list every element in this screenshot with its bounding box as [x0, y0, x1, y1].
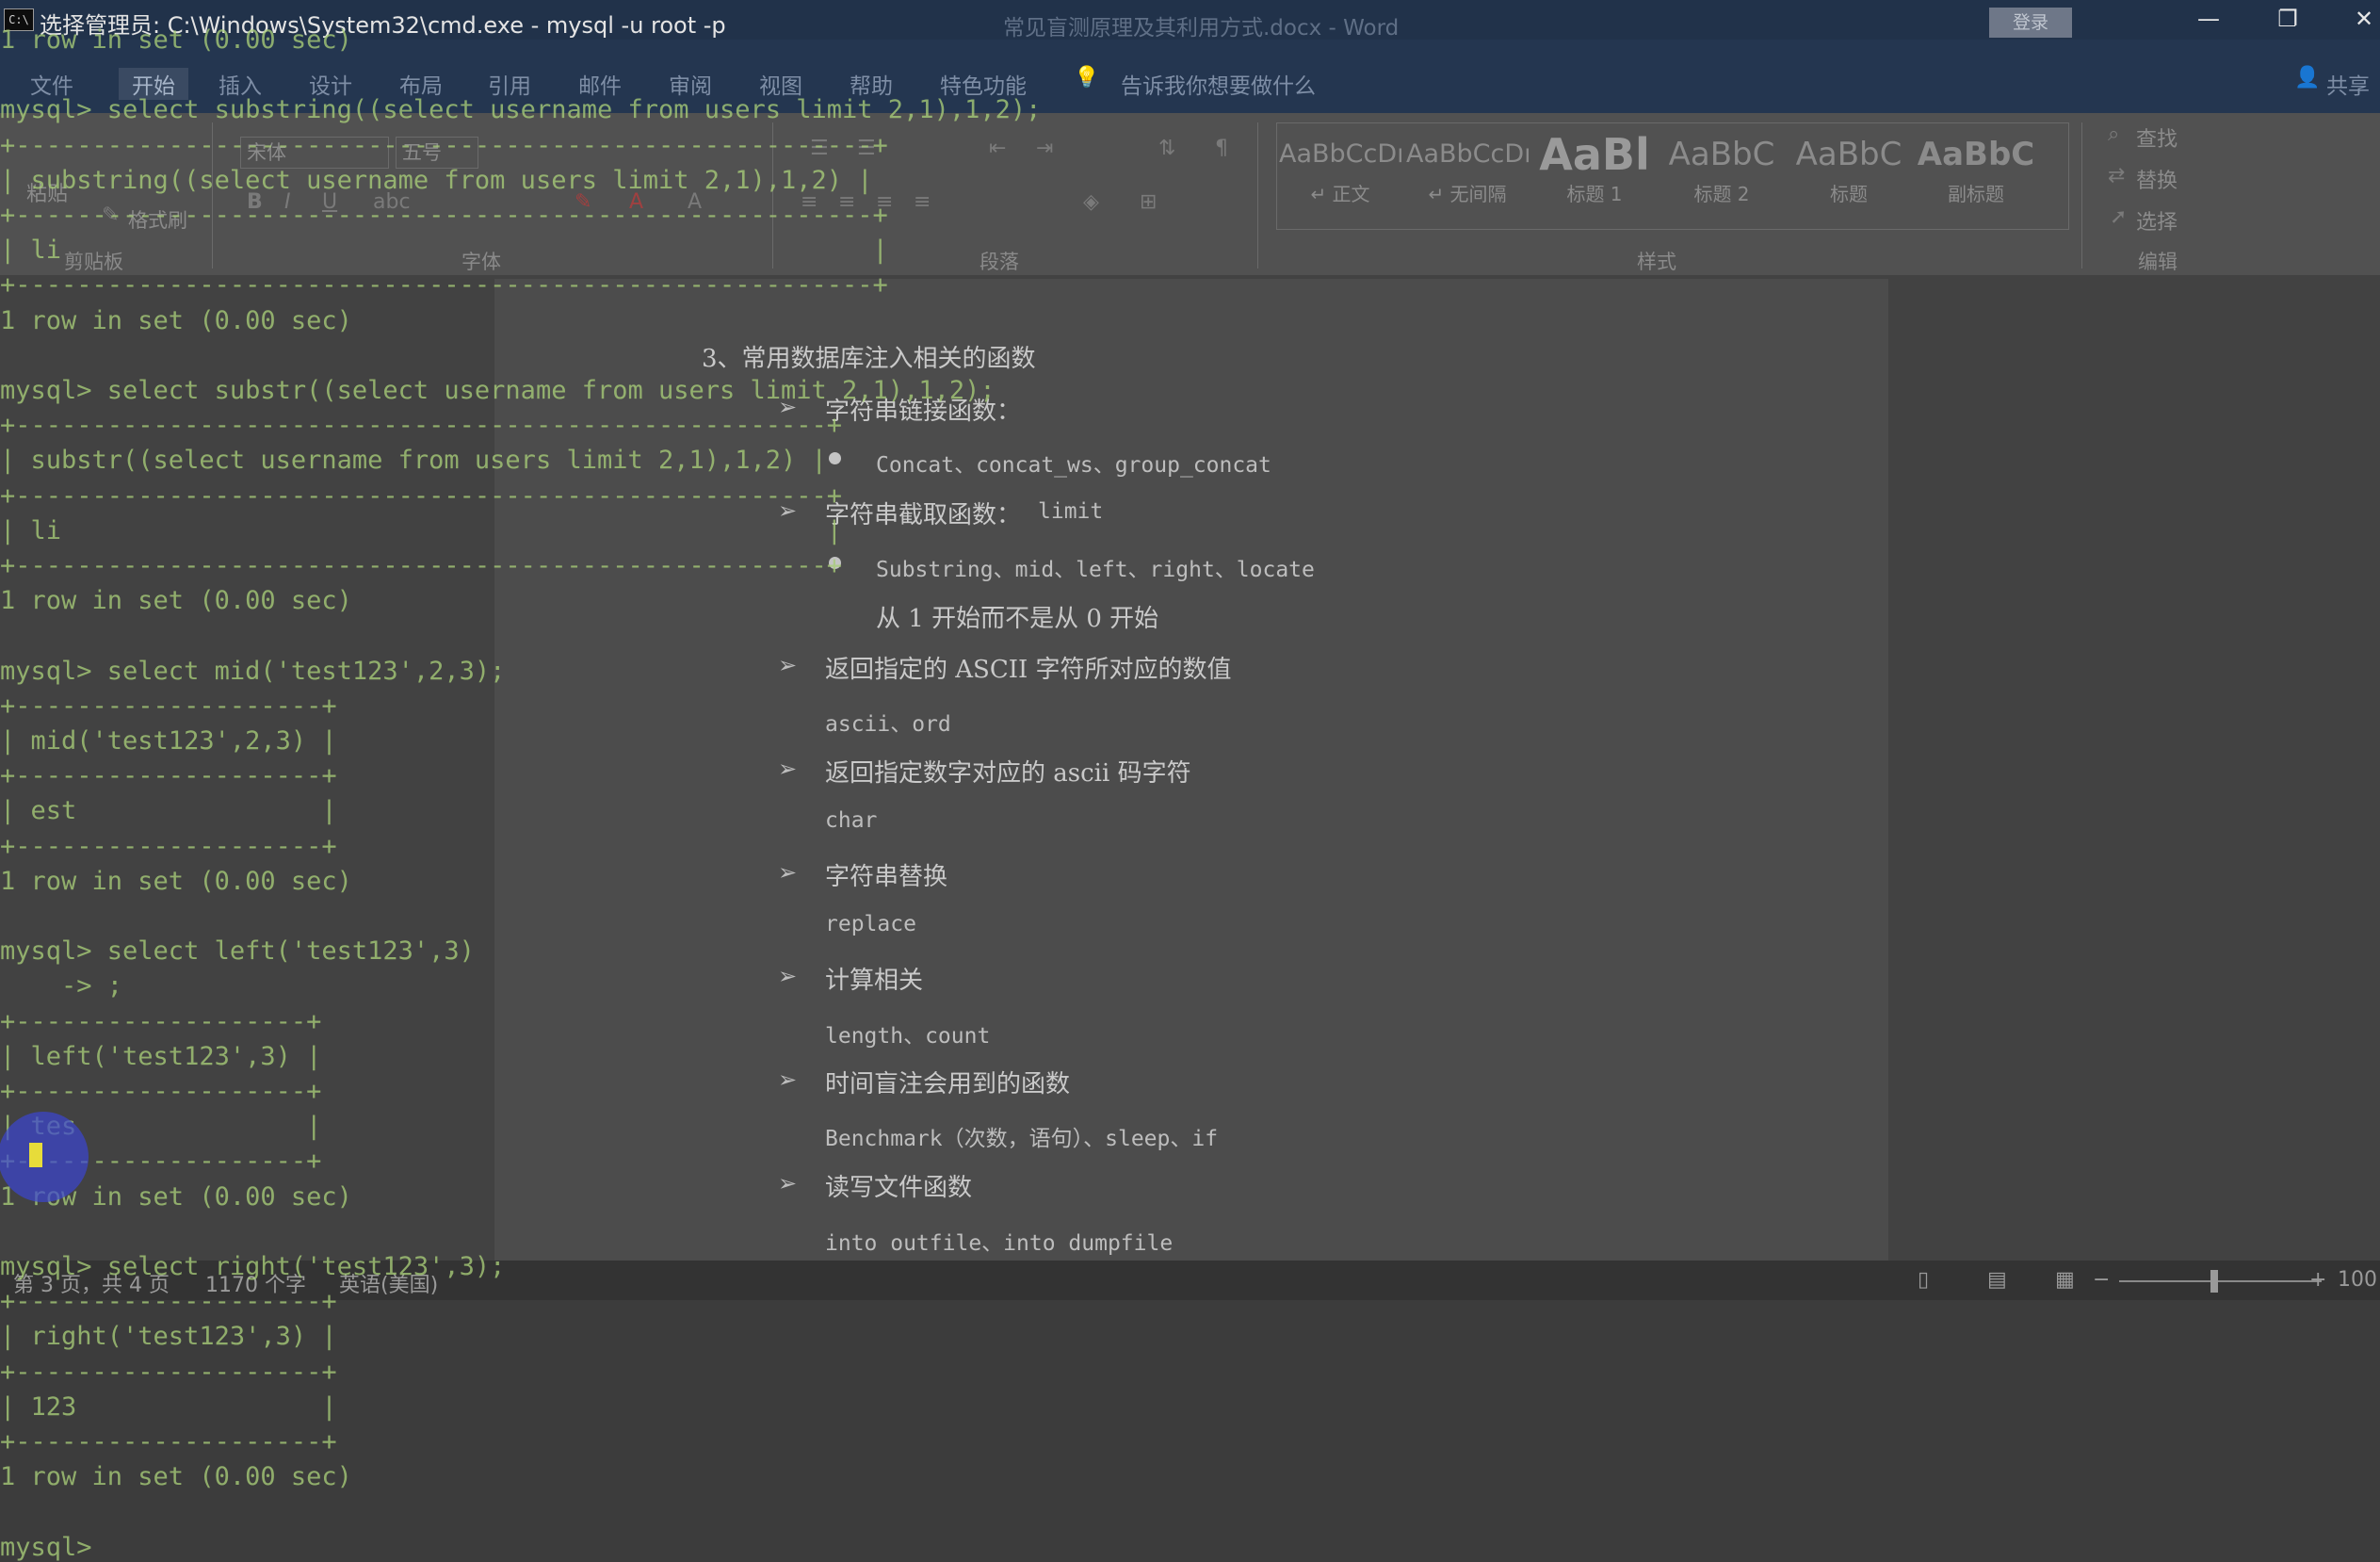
terminal-line: 1 row in set (0.00 sec)	[0, 25, 352, 55]
terminal-line: +--------------------+	[0, 1427, 337, 1456]
terminal-line: | li |	[0, 515, 843, 545]
terminal-line: +---------------------------------------…	[0, 551, 843, 580]
terminal-line: 1 row in set (0.00 sec)	[0, 586, 352, 616]
terminal-line: +---------------------------------------…	[0, 480, 843, 511]
terminal-line: 1 row in set (0.00 sec)	[0, 866, 352, 896]
terminal-line: +---------------------------------------…	[0, 130, 888, 160]
terminal-line: +---------------------------------------…	[0, 201, 888, 230]
terminal-line: 1 row in set (0.00 sec)	[0, 1462, 352, 1492]
terminal-command-line: mysql> select left('test123',3)	[0, 936, 475, 967]
terminal-command-line: mysql> select right('test123',3);	[0, 1252, 506, 1281]
terminal-command-line: mysql> select mid('test123',2,3);	[0, 656, 506, 686]
terminal-line: | left('test123',3) |	[0, 1041, 322, 1071]
terminal-line: +---------------------------------------…	[0, 411, 843, 441]
terminal-line: -> ;	[0, 971, 123, 1001]
terminal-line: +-------------------+	[0, 1006, 322, 1036]
terminal-line: | substring((select username from users …	[0, 165, 873, 195]
terminal-line: +-------------------+	[0, 1077, 322, 1106]
terminal-line: | mid('test123',2,3) |	[0, 726, 337, 756]
terminal-line: | est |	[0, 796, 337, 826]
terminal-command-line: mysql>	[0, 1532, 92, 1562]
terminal-command-line: mysql> select substring((select username…	[0, 95, 1042, 125]
terminal-line: +---------------------------------------…	[0, 270, 888, 301]
terminal-line: | 123 |	[0, 1391, 337, 1422]
terminal-line: +--------------------+	[0, 691, 337, 721]
terminal-line: +--------------------+	[0, 1287, 337, 1317]
terminal-line: | right('test123',3) |	[0, 1322, 337, 1352]
terminal-line: +--------------------+	[0, 831, 337, 861]
terminal-line: | li |	[0, 236, 888, 266]
terminal-command-line: mysql> select substr((select username fr…	[0, 376, 996, 405]
terminal-line: 1 row in set (0.00 sec)	[0, 305, 352, 335]
terminal-line: +--------------------+	[0, 761, 337, 791]
terminal-line: +--------------------+	[0, 1357, 337, 1387]
terminal-line: | substr((select username from users lim…	[0, 446, 827, 476]
cmd-window: C:\ 选择管理员: C:\Windows\System32\cmd.exe -…	[0, 0, 2380, 1561]
